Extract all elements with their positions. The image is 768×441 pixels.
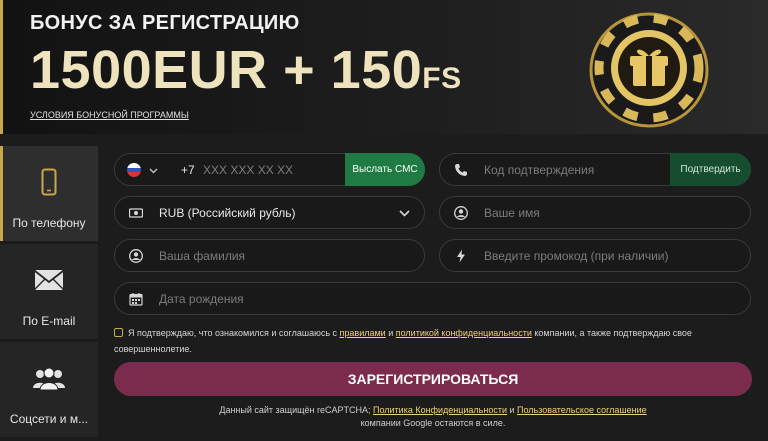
consent-text-part1: Я подтверждаю, что ознакомился и соглаша… xyxy=(128,328,340,338)
phone-icon xyxy=(41,166,57,198)
phone-input[interactable]: XXX XXX XX XX xyxy=(203,163,293,177)
last-name-input[interactable]: Ваша фамилия xyxy=(159,249,245,263)
recaptcha-text-part1: Данный сайт защищён reCAPTCHA; xyxy=(219,405,373,415)
confirm-button[interactable]: Подтвердить xyxy=(670,153,751,186)
user-circle-icon xyxy=(129,249,143,263)
confirmation-code-field: Код подтверждения Подтвердить xyxy=(439,153,751,186)
currency-value: RUB (Российский рубль) xyxy=(159,206,296,220)
recaptcha-text-part3: компании Google остаются в силе. xyxy=(360,418,506,428)
recaptcha-notice: Данный сайт защищён reCAPTCHA; Политика … xyxy=(114,404,752,430)
privacy-policy-link[interactable]: политикой конфиденциальности xyxy=(396,328,532,338)
rules-link[interactable]: правилами xyxy=(340,328,386,338)
registration-method-tabs: По телефону По E-mail Соцсети и м... xyxy=(0,146,98,440)
bonus-banner: БОНУС ЗА РЕГИСТРАЦИЮ 1500EUR + 150FS УСЛ… xyxy=(0,0,768,134)
user-circle-icon xyxy=(454,206,468,220)
send-sms-button[interactable]: Выслать СМС xyxy=(345,153,425,186)
bonus-amount: 1500EUR + 150FS xyxy=(30,40,462,109)
consent-text: Я подтверждаю, что ознакомился и соглаша… xyxy=(114,325,754,357)
tab-phone-label: По телефону xyxy=(12,216,86,230)
consent-checkbox[interactable] xyxy=(114,328,123,337)
tab-email[interactable]: По E-mail xyxy=(0,244,98,339)
russia-flag-icon xyxy=(127,163,141,177)
users-icon xyxy=(32,362,66,394)
bonus-amount-value: 1500EUR + 150 xyxy=(30,40,423,100)
gift-chip-icon xyxy=(589,12,709,128)
phone-country-code: +7 xyxy=(181,163,195,177)
calendar-icon xyxy=(129,293,143,306)
last-name-field: Ваша фамилия xyxy=(114,239,425,272)
consent-text-part2: и xyxy=(385,328,396,338)
bonus-title: БОНУС ЗА РЕГИСТРАЦИЮ xyxy=(30,12,300,34)
tab-email-label: По E-mail xyxy=(22,314,76,328)
chevron-down-icon xyxy=(399,210,410,217)
tab-social-label: Соцсети и м... xyxy=(9,412,89,426)
birthdate-field: Дата рождения xyxy=(114,282,751,315)
registration-page: БОНУС ЗА РЕГИСТРАЦИЮ 1500EUR + 150FS УСЛ… xyxy=(0,0,768,441)
phone-field: +7 XXX XXX XX XX Выслать СМС xyxy=(114,153,425,186)
google-privacy-link[interactable]: Политика Конфиденциальности xyxy=(373,405,507,415)
currency-select[interactable]: RUB (Российский рубль) xyxy=(114,196,425,229)
confirmation-code-input[interactable]: Код подтверждения xyxy=(484,163,594,177)
envelope-icon xyxy=(34,264,64,296)
phone-handset-icon xyxy=(455,164,467,176)
promo-code-input[interactable]: Введите промокод (при наличии) xyxy=(484,249,669,263)
lightning-icon xyxy=(457,249,465,263)
banknote-icon xyxy=(129,208,143,218)
bonus-terms-link[interactable]: УСЛОВИЯ БОНУСНОЙ ПРОГРАММЫ xyxy=(30,110,189,120)
birthdate-input[interactable]: Дата рождения xyxy=(159,292,244,306)
country-selector[interactable] xyxy=(127,162,163,178)
first-name-input[interactable]: Ваше имя xyxy=(484,206,540,220)
tab-phone[interactable]: По телефону xyxy=(0,146,98,241)
chevron-down-icon xyxy=(149,168,158,174)
google-terms-link[interactable]: Пользовательское соглашение xyxy=(517,405,647,415)
tab-social[interactable]: Соцсети и м... xyxy=(0,342,98,437)
recaptcha-text-part2: и xyxy=(506,405,518,415)
promo-code-field: Введите промокод (при наличии) xyxy=(439,239,751,272)
first-name-field: Ваше имя xyxy=(439,196,751,229)
register-button[interactable]: ЗАРЕГИСТРИРОВАТЬСЯ xyxy=(114,362,752,396)
bonus-amount-suffix: FS xyxy=(422,62,462,95)
